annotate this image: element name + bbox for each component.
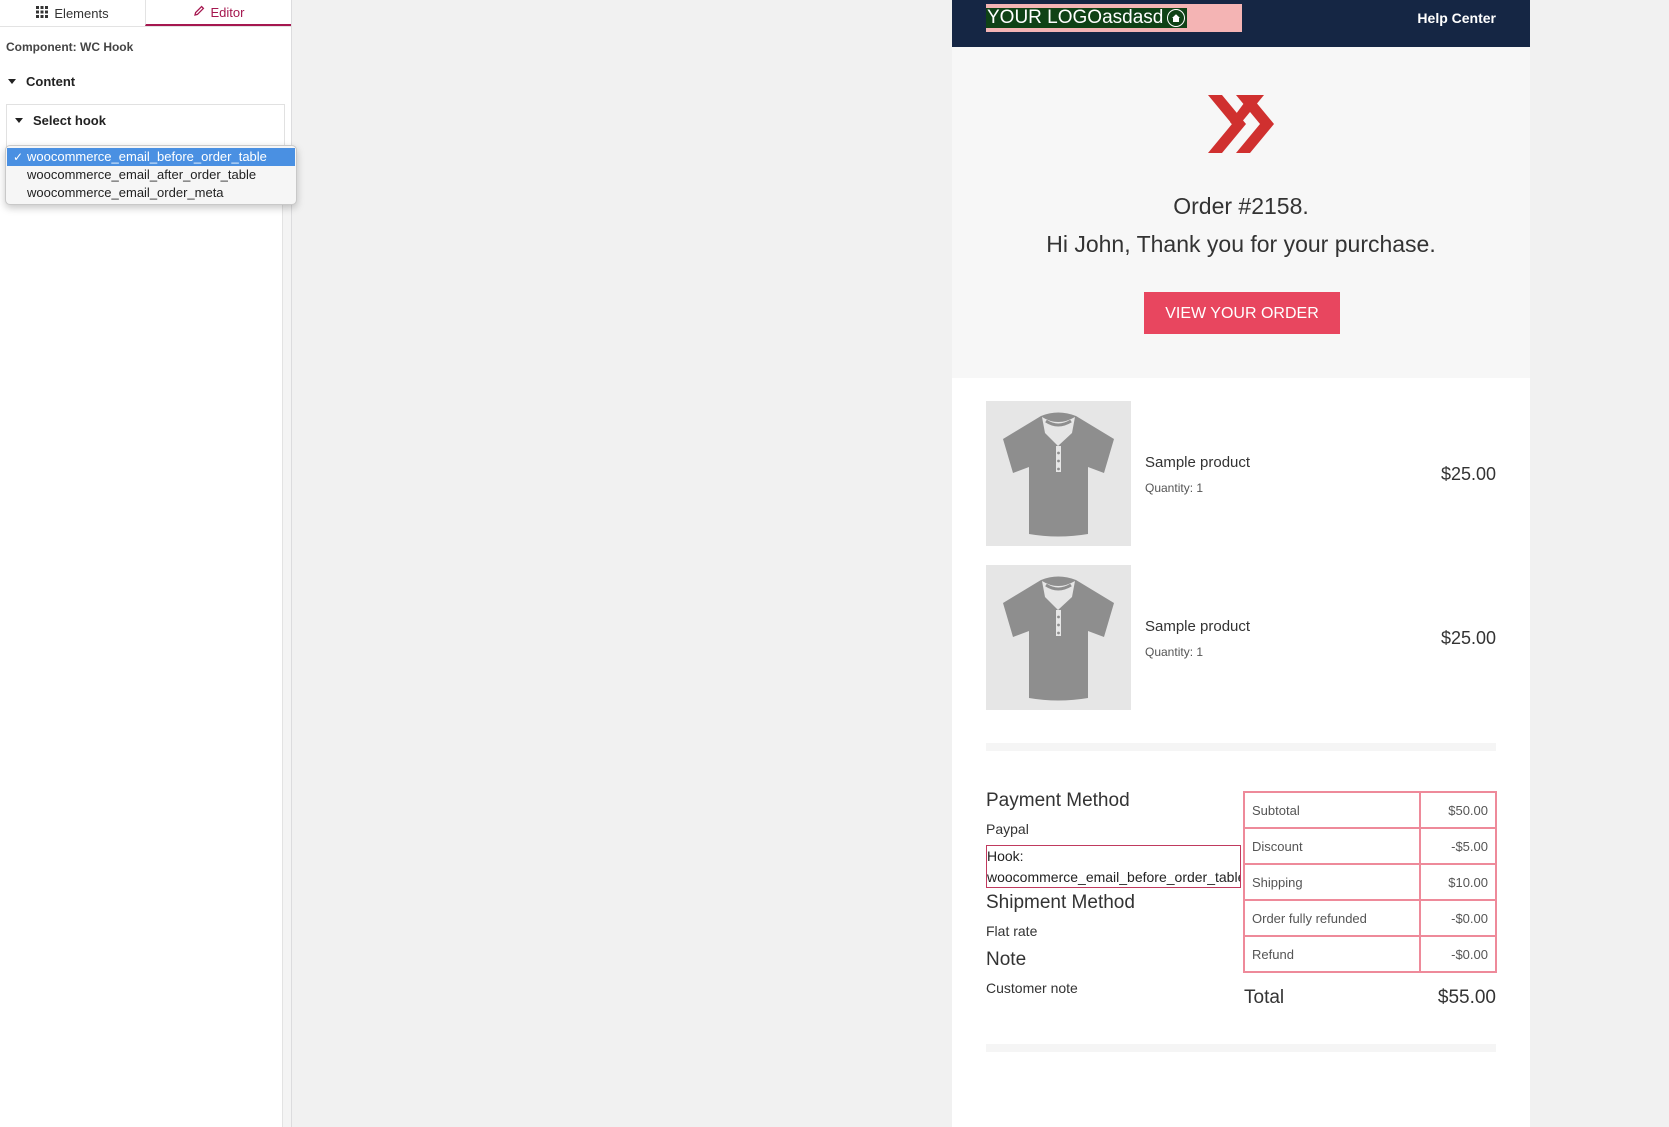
product-name: Sample product xyxy=(1145,454,1251,471)
component-title: Component: WC Hook xyxy=(6,40,134,54)
hook-value: woocommerce_email_before_order_table xyxy=(987,869,1241,885)
product-image xyxy=(986,401,1131,546)
shipment-method-heading: Shipment Method xyxy=(986,892,1135,913)
grand-total-label: Total xyxy=(1244,987,1285,1008)
product-price: $25.00 xyxy=(1440,464,1496,484)
payment-method-heading: Payment Method xyxy=(986,790,1130,811)
help-center-link[interactable]: Help Center xyxy=(1417,10,1496,26)
logo: YOUR LOGOasdasd xyxy=(986,7,1188,28)
hook-option[interactable]: ✓ woocommerce_email_before_order_table xyxy=(7,148,295,166)
grid-icon xyxy=(36,5,49,21)
panel-scroll-edge xyxy=(282,195,291,1127)
section-divider xyxy=(986,1044,1496,1052)
hook-option[interactable]: woocommerce_email_after_order_table xyxy=(7,166,295,184)
totals-value: -$0.00 xyxy=(1419,899,1497,937)
table-row: Subtotal $50.00 xyxy=(1243,791,1497,829)
check-icon: ✓ xyxy=(13,150,24,164)
tab-elements[interactable]: Elements xyxy=(0,0,145,26)
totals-value: $10.00 xyxy=(1419,863,1497,901)
totals-table: Subtotal $50.00 Discount -$5.00 Shipping… xyxy=(1243,791,1497,973)
tab-editor-label: Editor xyxy=(210,4,245,20)
hook-option[interactable]: woocommerce_email_order_meta xyxy=(7,184,295,202)
panel-tabs: Elements Editor xyxy=(0,0,291,27)
table-row: Discount -$5.00 xyxy=(1243,827,1497,865)
totals-label: Shipping xyxy=(1243,863,1421,901)
customer-note-value: Customer note xyxy=(986,980,1078,996)
logo-text: YOUR LOGOasdasd xyxy=(987,7,1164,28)
totals-value: -$5.00 xyxy=(1419,827,1497,865)
product-row: Sample product Quantity: 1 $25.00 xyxy=(986,401,1496,546)
product-quantity: Quantity: 1 xyxy=(1145,481,1204,495)
email-preview: YOUR LOGOasdasd Help Center Order #2158.… xyxy=(952,0,1530,1127)
tshirt-icon xyxy=(1003,412,1114,537)
editor-panel: Elements Editor Component: WC Hook Conte… xyxy=(0,0,297,1127)
product-price: $25.00 xyxy=(1440,628,1496,648)
section-content-label: Content xyxy=(26,74,76,89)
product-quantity: Quantity: 1 xyxy=(1145,645,1204,659)
view-order-button[interactable]: VIEW YOUR ORDER xyxy=(1144,292,1340,334)
order-hero: Order #2158. Hi John, Thank you for your… xyxy=(952,47,1530,378)
totals-value: $50.00 xyxy=(1419,791,1497,829)
greeting-text: Hi John, Thank you for your purchase. xyxy=(1046,231,1436,257)
table-row: Refund -$0.00 xyxy=(1243,935,1497,973)
logo-container[interactable]: YOUR LOGOasdasd xyxy=(986,4,1242,32)
select-hook-toggle[interactable]: Select hook xyxy=(15,113,106,128)
hook-option-label: woocommerce_email_after_order_table xyxy=(27,167,257,182)
caret-down-icon xyxy=(15,118,23,123)
totals-label: Subtotal xyxy=(1243,791,1421,829)
hook-select-dropdown[interactable]: ✓ woocommerce_email_before_order_table w… xyxy=(5,145,297,205)
caret-down-icon xyxy=(8,79,16,84)
brand-logo-icon xyxy=(1208,95,1274,153)
tab-elements-label: Elements xyxy=(54,5,109,21)
hook-option-label: woocommerce_email_before_order_table xyxy=(27,149,267,164)
totals-value: -$0.00 xyxy=(1419,935,1497,973)
product-row: Sample product Quantity: 1 $25.00 xyxy=(986,565,1496,710)
wc-hook-placeholder[interactable]: Hook: woocommerce_email_before_order_tab… xyxy=(986,845,1241,888)
grand-total-value: $55.00 xyxy=(1437,987,1496,1008)
hook-option-label: woocommerce_email_order_meta xyxy=(27,185,224,200)
tshirt-icon xyxy=(1003,576,1114,701)
home-icon xyxy=(1167,9,1186,27)
totals-label: Order fully refunded xyxy=(1243,899,1421,937)
table-row: Shipping $10.00 xyxy=(1243,863,1497,901)
section-divider xyxy=(986,743,1496,751)
totals-label: Refund xyxy=(1243,935,1421,973)
totals-label: Discount xyxy=(1243,827,1421,865)
product-image xyxy=(986,565,1131,710)
table-row: Order fully refunded -$0.00 xyxy=(1243,899,1497,937)
select-hook-label: Select hook xyxy=(33,113,106,128)
payment-method-value: Paypal xyxy=(986,821,1029,837)
shipment-method-value: Flat rate xyxy=(986,923,1038,939)
email-header: YOUR LOGOasdasd Help Center xyxy=(952,0,1530,47)
section-content-toggle[interactable]: Content xyxy=(8,74,75,89)
note-heading: Note xyxy=(986,949,1027,970)
order-title: Order #2158. xyxy=(1173,193,1309,219)
tab-editor[interactable]: Editor xyxy=(145,0,291,26)
order-info-column: Payment Method Paypal Shipment Method Fl… xyxy=(986,790,1244,996)
product-name: Sample product xyxy=(1145,618,1251,635)
hook-label: Hook: xyxy=(987,848,1024,864)
pencil-icon xyxy=(193,5,205,20)
